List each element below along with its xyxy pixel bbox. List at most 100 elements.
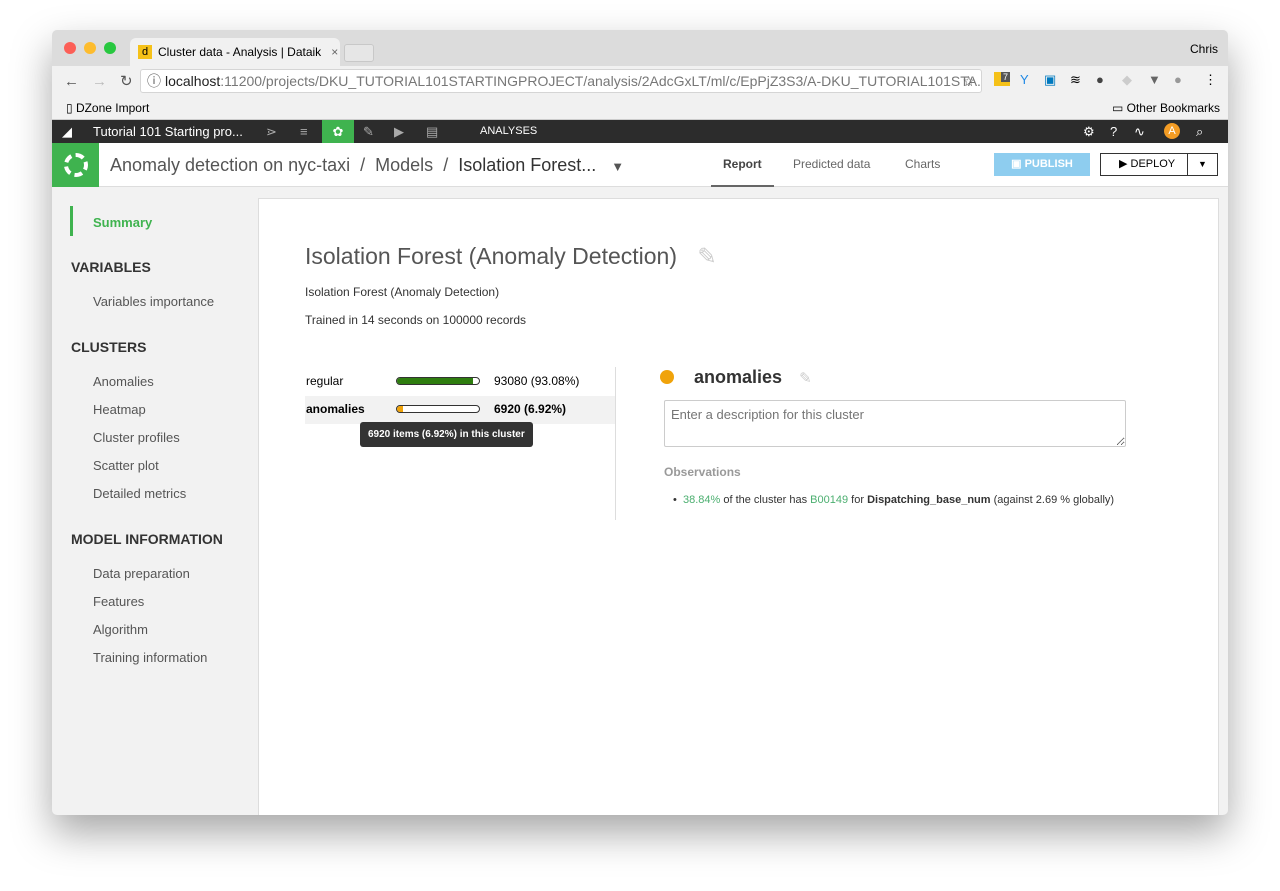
tab-title: Cluster data - Analysis | Dataik	[158, 45, 322, 59]
tab-charts[interactable]: Charts	[905, 157, 940, 171]
sidebar-section-variables: VARIABLES	[71, 259, 151, 275]
obs-text: (against 2.69 % globally)	[990, 494, 1115, 506]
chevron-down-icon[interactable]: ▼	[611, 159, 624, 174]
dataiku-favicon-icon: d	[138, 45, 152, 59]
close-window-button[interactable]	[64, 42, 76, 54]
sidebar-item-features[interactable]: Features	[52, 594, 144, 609]
flow-icon[interactable]: ⋗	[266, 124, 277, 140]
title-text: Isolation Forest (Anomaly Detection)	[305, 243, 677, 269]
dss-navbar: ◢ Tutorial 101 Starting pro... ⋗ ≡ ✿ ✎ ▶…	[52, 120, 1228, 143]
pocket-icon[interactable]: ▼	[1148, 72, 1161, 87]
avatar[interactable]: A	[1164, 123, 1180, 139]
close-tab-icon[interactable]: ×	[331, 45, 338, 59]
project-name[interactable]: Tutorial 101 Starting pro...	[93, 124, 243, 139]
crumb-analysis[interactable]: Anomaly detection on nyc-taxi	[110, 155, 350, 175]
sidebar-section-clusters: CLUSTERS	[71, 339, 147, 355]
settings-icon[interactable]: ⚙	[1083, 124, 1095, 140]
training-info: Trained in 14 seconds on 100000 records	[305, 313, 527, 327]
browser-tab[interactable]: d Cluster data - Analysis | Dataik ×	[130, 38, 340, 66]
cluster-description-input[interactable]	[664, 400, 1126, 447]
cluster-count: 6920 (6.92%)	[494, 402, 567, 416]
tab-predicted-data[interactable]: Predicted data	[793, 157, 870, 171]
profile-name[interactable]: Chris	[1190, 42, 1218, 56]
deploy-label: DEPLOY	[1130, 158, 1176, 170]
bookmarks-bar: ▯ DZone Import ▭ Other Bookmarks	[52, 96, 1228, 120]
new-tab-button[interactable]	[344, 44, 374, 62]
evernote-icon[interactable]: ●	[1096, 72, 1104, 87]
sidebar-item-scatter-plot[interactable]: Scatter plot	[52, 458, 159, 473]
ext-badge: 7	[1000, 72, 1010, 82]
help-icon[interactable]: ?	[1110, 124, 1117, 139]
url-host: localhost	[165, 73, 221, 89]
publish-label: PUBLISH	[1024, 158, 1073, 170]
url-input[interactable]: ⓘ localhost:11200/projects/DKU_TUTORIAL10…	[140, 69, 982, 93]
back-icon[interactable]: ←	[64, 73, 80, 90]
page-header: Anomaly detection on nyc-taxi / Models /…	[52, 143, 1228, 187]
obs-value: B00149	[810, 494, 849, 506]
sidebar-section-model-information: MODEL INFORMATION	[71, 531, 223, 547]
cluster-color-dot	[660, 370, 674, 384]
report-panel: Isolation Forest (Anomaly Detection) ✎ I…	[258, 198, 1219, 815]
deploy-dropdown-icon[interactable]: ▼	[1187, 154, 1217, 175]
model-subtitle: Isolation Forest (Anomaly Detection)	[305, 285, 500, 299]
obs-text: for	[848, 494, 868, 506]
menu-icon[interactable]: ⋮	[1204, 72, 1217, 88]
analyses-icon[interactable]: ✿	[322, 120, 354, 143]
selected-cluster-title: anomalies ✎	[694, 367, 812, 388]
url-path: :11200/projects/DKU_TUTORIAL101STARTINGP…	[220, 73, 982, 89]
jobs-icon[interactable]: ▶	[394, 124, 404, 140]
search-icon[interactable]: ⌕	[1196, 124, 1203, 140]
sidebar-item-heatmap[interactable]: Heatmap	[52, 402, 146, 417]
extension-circle-icon[interactable]: ●	[1174, 72, 1182, 87]
address-bar-row: ← → ↻ ⓘ localhost:11200/projects/DKU_TUTO…	[52, 66, 1228, 96]
sidebar-item-summary[interactable]: Summary	[93, 215, 152, 230]
cluster-count: 93080 (93.08%)	[494, 374, 580, 388]
sidebar-item-variables-importance[interactable]: Variables importance	[52, 294, 214, 309]
tab-report[interactable]: Report	[711, 157, 774, 187]
deploy-button[interactable]: ▶ DEPLOY ▼	[1100, 153, 1218, 176]
extension-calendar-icon[interactable]: 7	[994, 72, 1010, 86]
edit-pencil-icon[interactable]: ✎	[697, 243, 716, 269]
obs-pct: 38.84%	[682, 494, 721, 506]
star-icon[interactable]: ☆	[962, 70, 975, 92]
datasets-icon[interactable]: ≡	[300, 124, 308, 139]
crumb-models[interactable]: Models	[375, 155, 433, 175]
obs-feature: Dispatching_base_num	[867, 494, 991, 506]
minimize-button[interactable]	[84, 42, 96, 54]
cluster-title-text: anomalies	[694, 367, 783, 387]
sidebar-item-training-information[interactable]: Training information	[52, 650, 207, 665]
buffer-icon[interactable]: ≋	[1070, 72, 1081, 88]
extension-y-icon[interactable]: Y	[1020, 72, 1029, 87]
other-bookmarks-label: Other Bookmarks	[1126, 101, 1220, 115]
page-title: Isolation Forest (Anomaly Detection) ✎	[305, 243, 717, 270]
sidebar-item-anomalies[interactable]: Anomalies	[52, 374, 154, 389]
extension-diamond-icon[interactable]: ◆	[1122, 72, 1132, 88]
other-bookmarks[interactable]: ▭ Other Bookmarks	[1112, 101, 1220, 115]
crumb-model: Isolation Forest...	[458, 155, 597, 175]
sidebar-item-detailed-metrics[interactable]: Detailed metrics	[52, 486, 186, 501]
cluster-name: anomalies	[306, 402, 365, 416]
trello-icon[interactable]: ▣	[1044, 72, 1056, 88]
maximize-button[interactable]	[104, 42, 116, 54]
browser-window: d Cluster data - Analysis | Dataik × Chris…	[52, 30, 1228, 815]
observations-heading: Observations	[664, 465, 741, 479]
dataiku-bird-icon[interactable]: ◢	[62, 124, 72, 140]
notebook-icon[interactable]: ✎	[363, 124, 374, 140]
dashboard-icon[interactable]: ▤	[426, 124, 438, 140]
observation-item: • 38.84% of the cluster has B00149 for D…	[673, 494, 1115, 506]
publish-button[interactable]: ▣ PUBLISH	[994, 153, 1090, 176]
forward-icon[interactable]: →	[92, 73, 108, 90]
info-icon: ⓘ	[147, 73, 161, 89]
bookmark-label: DZone Import	[75, 101, 150, 115]
activity-icon[interactable]: ∿	[1134, 124, 1145, 140]
sidebar-item-algorithm[interactable]: Algorithm	[52, 622, 148, 637]
obs-text: of the cluster has	[720, 494, 811, 506]
edit-pencil-icon[interactable]: ✎	[799, 370, 812, 387]
sidebar-item-cluster-profiles[interactable]: Cluster profiles	[52, 430, 180, 445]
analysis-logo-icon	[52, 143, 99, 187]
sidebar-item-data-preparation[interactable]: Data preparation	[52, 566, 190, 581]
cluster-size-bar	[396, 405, 480, 413]
reload-icon[interactable]: ↻	[120, 72, 136, 90]
bookmark-dzone-import[interactable]: ▯ DZone Import	[66, 101, 149, 115]
tooltip: 6920 items (6.92%) in this cluster	[360, 422, 533, 447]
